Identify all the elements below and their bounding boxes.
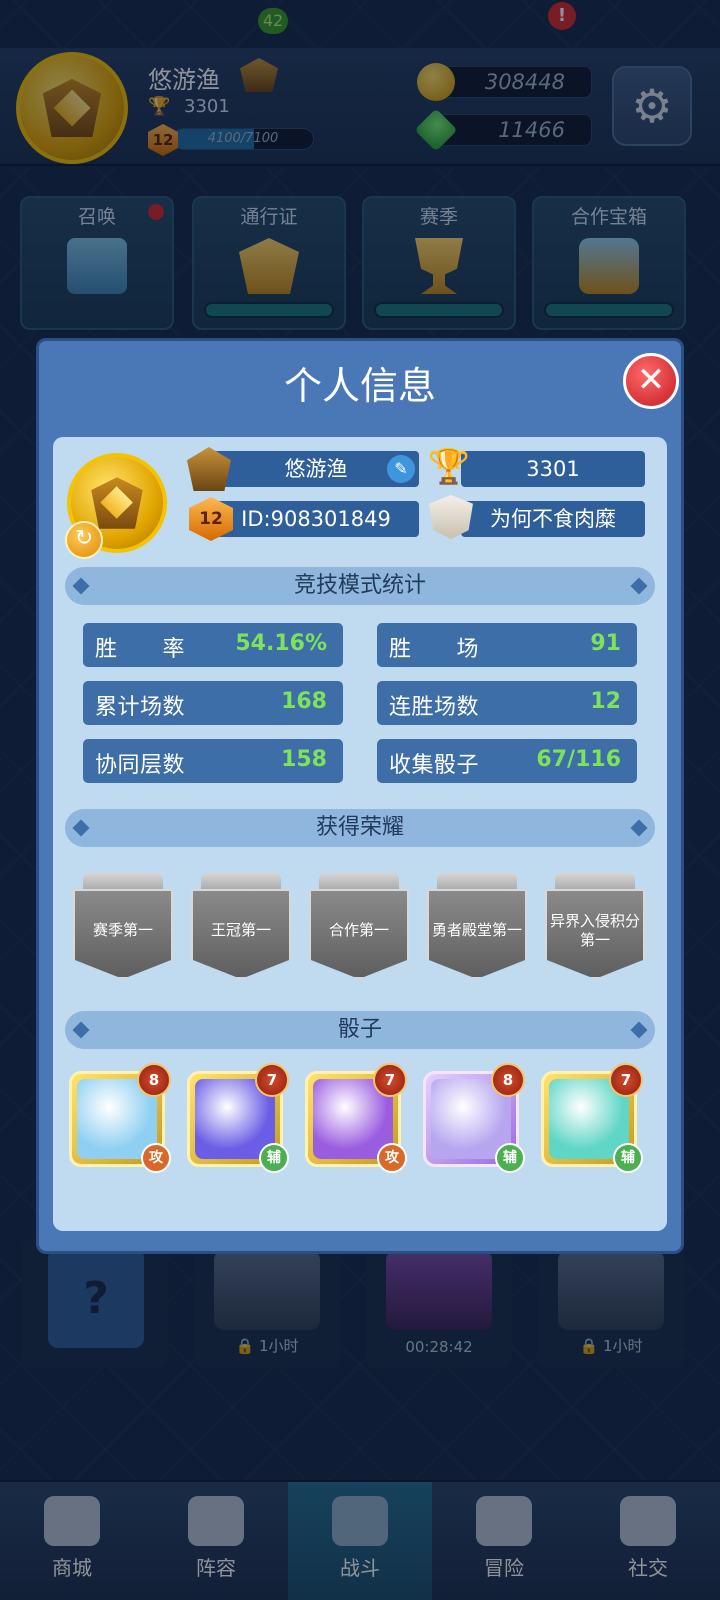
honor-label: 王冠第一 <box>210 921 271 940</box>
dice-level-badge: 7 <box>255 1063 289 1097</box>
id-field: ID:908301849 <box>213 501 419 537</box>
dice-role-badge: 辅 <box>259 1143 289 1173</box>
stat-value: 158 <box>281 747 327 772</box>
honor-badge[interactable]: 合作第一 <box>305 871 413 985</box>
stat-label: 连胜场数 <box>389 695 480 720</box>
dice-level-badge: 7 <box>609 1063 643 1097</box>
honor-label: 勇者殿堂第一 <box>431 921 522 940</box>
dice-level-badge: 7 <box>373 1063 407 1097</box>
honors-header: 获得荣耀 <box>65 809 655 847</box>
stat-label: 收集骰子 <box>389 753 480 778</box>
dice-header: 骰子 <box>65 1011 655 1049</box>
player-name: 悠游渔 <box>284 457 348 481</box>
edit-name-button[interactable]: ✎ <box>387 455 415 483</box>
honor-badge[interactable]: 异界入侵积分第一 <box>541 871 649 985</box>
refresh-icon: ↻ <box>74 526 94 551</box>
stat-label: 累计场数 <box>95 695 186 720</box>
diamond-icon <box>72 819 90 837</box>
close-button[interactable]: ✕ <box>623 353 679 409</box>
stat-value: 12 <box>590 689 621 714</box>
dice-card[interactable]: 8 攻 <box>69 1063 171 1173</box>
diamond-icon <box>72 577 90 595</box>
pencil-icon: ✎ <box>394 459 408 478</box>
diamond-icon <box>630 1021 648 1039</box>
name-field: 悠游渔 ✎ <box>213 451 419 487</box>
diamond-icon <box>630 819 648 837</box>
profile-panel: ↻ 悠游渔 ✎ 3301 🏆 ID:908301849 12 为何不食肉糜 竞技… <box>53 437 667 1231</box>
dice-card[interactable]: 8 辅 <box>423 1063 525 1173</box>
dice-role-badge: 辅 <box>613 1143 643 1173</box>
dice-role-badge: 攻 <box>141 1143 171 1173</box>
stat-coop-floors: 协同层数 158 <box>83 739 343 783</box>
honor-label: 异界入侵积分第一 <box>549 911 640 950</box>
trophy-field: 3301 <box>461 451 645 487</box>
modal-title: 个人信息 <box>283 364 436 408</box>
stat-win-streak: 连胜场数 12 <box>377 681 637 725</box>
trophy-icon: 🏆 <box>427 447 471 487</box>
stat-dice-collected: 收集骰子 67/116 <box>377 739 637 783</box>
diamond-icon <box>630 577 648 595</box>
honor-label: 合作第一 <box>328 921 389 940</box>
dice-role-badge: 辅 <box>495 1143 525 1173</box>
rank-emblem-icon <box>91 477 143 529</box>
player-id: ID:908301849 <box>241 507 391 531</box>
change-avatar-button[interactable]: ↻ <box>65 521 103 559</box>
stat-win-rate: 胜 率 54.16% <box>83 623 343 667</box>
stat-value: 67/116 <box>536 747 621 772</box>
clan-field[interactable]: 为何不食肉糜 <box>461 501 645 537</box>
stat-label: 胜 场 <box>389 637 480 662</box>
stat-value: 54.16% <box>235 631 327 656</box>
dice-card[interactable]: 7 辅 <box>187 1063 289 1173</box>
stat-value: 168 <box>281 689 327 714</box>
honor-badge[interactable]: 王冠第一 <box>187 871 295 985</box>
dice-role-badge: 攻 <box>377 1143 407 1173</box>
dice-card[interactable]: 7 攻 <box>305 1063 407 1173</box>
stats-header: 竞技模式统计 <box>65 567 655 605</box>
dice-level-badge: 8 <box>137 1063 171 1097</box>
diamond-icon <box>72 1021 90 1039</box>
clan-name: 为何不食肉糜 <box>490 507 616 531</box>
stat-total-games: 累计场数 168 <box>83 681 343 725</box>
dice-level-badge: 8 <box>491 1063 525 1097</box>
honor-badge[interactable]: 勇者殿堂第一 <box>423 871 531 985</box>
honor-label: 赛季第一 <box>92 921 153 940</box>
honor-badge[interactable]: 赛季第一 <box>69 871 177 985</box>
dice-card[interactable]: 7 辅 <box>541 1063 643 1173</box>
stat-label: 协同层数 <box>95 753 186 778</box>
stat-wins: 胜 场 91 <box>377 623 637 667</box>
stat-label: 胜 率 <box>95 637 186 662</box>
trophy-count: 3301 <box>526 457 580 481</box>
profile-modal: 个人信息 ✕ ↻ 悠游渔 ✎ 3301 🏆 ID:908301849 12 为何… <box>36 338 684 1254</box>
close-icon: ✕ <box>636 360 666 400</box>
stat-value: 91 <box>590 631 621 656</box>
